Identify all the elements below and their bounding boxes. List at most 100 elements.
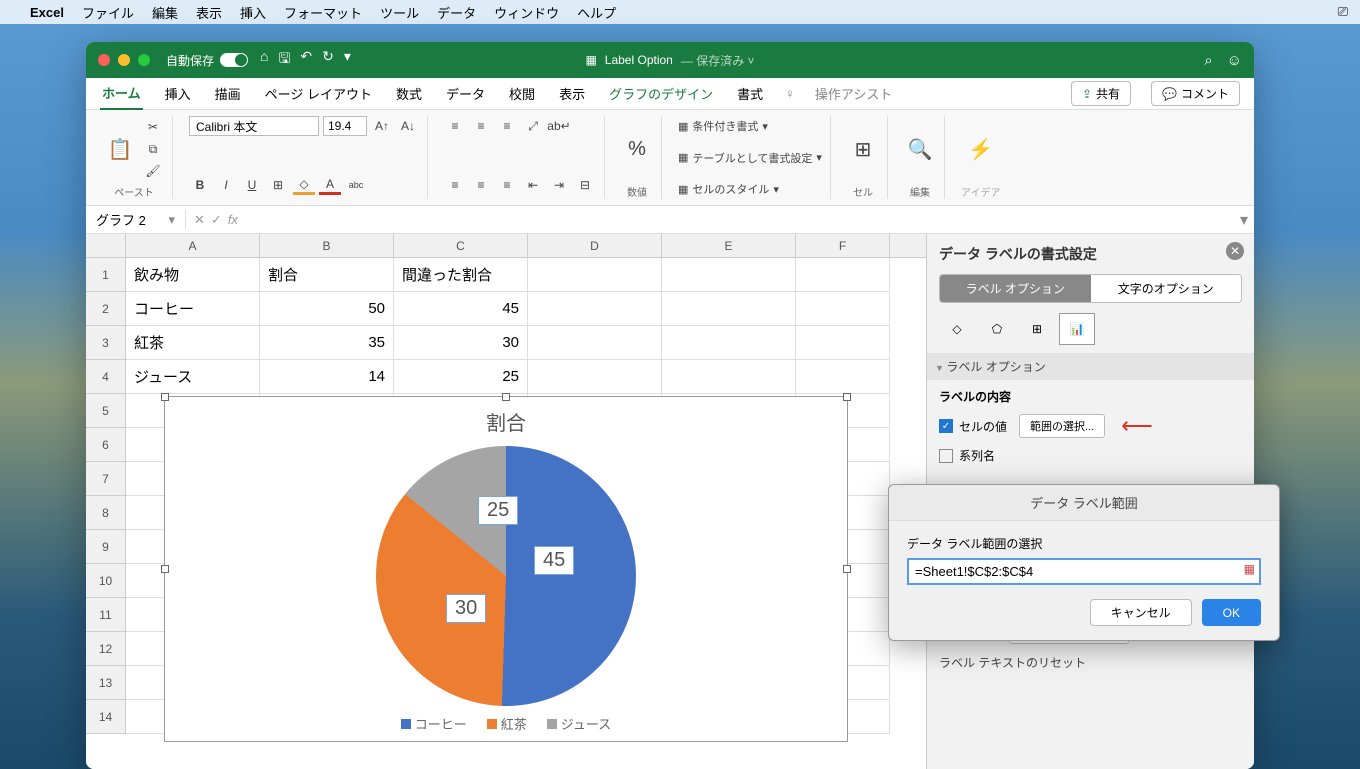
cell[interactable] <box>796 360 890 394</box>
legend-item[interactable]: ジュース <box>547 714 611 733</box>
cell[interactable] <box>662 258 796 292</box>
cell[interactable]: 14 <box>260 360 394 394</box>
row-header[interactable]: 7 <box>86 462 126 496</box>
format-painter-icon[interactable]: 🖌 <box>142 161 164 181</box>
fill-line-icon[interactable]: ◇ <box>939 313 975 345</box>
font-size-select[interactable] <box>323 116 367 136</box>
find-icon[interactable]: 🔍 <box>904 133 936 165</box>
ideas-icon[interactable]: ⚡ <box>965 133 997 165</box>
row-header[interactable]: 3 <box>86 326 126 360</box>
pie-chart[interactable]: 割合 45 30 25 コーヒー 紅茶 ジュース <box>164 396 848 742</box>
data-label-1[interactable]: 45 <box>534 546 574 575</box>
tab-view[interactable]: 表示 <box>557 78 587 109</box>
data-label-3[interactable]: 25 <box>478 496 518 525</box>
size-props-icon[interactable]: ⊞ <box>1019 313 1055 345</box>
series-name-checkbox[interactable] <box>939 449 953 463</box>
label-options-tab[interactable]: ラベル オプション <box>940 275 1091 302</box>
menu-tools[interactable]: ツール <box>380 3 419 22</box>
menu-format[interactable]: フォーマット <box>284 3 362 22</box>
increase-indent-icon[interactable]: ⇥ <box>548 175 570 195</box>
formula-bar-expand[interactable]: ▾ <box>1234 210 1254 230</box>
font-family-select[interactable] <box>189 116 319 136</box>
shrink-font-icon[interactable]: A↓ <box>397 116 419 136</box>
search-icon[interactable]: ⌕ <box>1204 52 1212 69</box>
bold-button[interactable]: B <box>189 175 211 195</box>
underline-button[interactable]: U <box>241 175 263 195</box>
tab-home[interactable]: ホーム <box>100 77 143 110</box>
home-icon[interactable]: ⌂ <box>260 48 268 72</box>
cell[interactable]: コーヒー <box>126 292 260 326</box>
menu-view[interactable]: 表示 <box>196 3 222 22</box>
cell[interactable] <box>662 360 796 394</box>
font-color-icon[interactable]: A <box>319 175 341 195</box>
autosave-toggle[interactable] <box>220 53 248 67</box>
row-header[interactable]: 2 <box>86 292 126 326</box>
row-header[interactable]: 13 <box>86 666 126 700</box>
cell[interactable] <box>796 258 890 292</box>
name-box[interactable]: グラフ 2 ▾ <box>86 210 186 229</box>
cancel-button[interactable]: キャンセル <box>1090 599 1192 626</box>
text-options-tab[interactable]: 文字のオプション <box>1091 275 1242 302</box>
conditional-formatting[interactable]: ▦ 条件付き書式 ▾ <box>678 116 768 136</box>
tab-chart-design[interactable]: グラフのデザイン <box>607 78 715 109</box>
align-left-icon[interactable]: ≡ <box>444 175 466 195</box>
decrease-indent-icon[interactable]: ⇤ <box>522 175 544 195</box>
range-input[interactable] <box>907 558 1261 585</box>
cell[interactable] <box>662 292 796 326</box>
tab-draw[interactable]: 描画 <box>213 78 243 109</box>
range-picker-icon[interactable]: ▦ <box>1244 562 1255 576</box>
col-header-b[interactable]: B <box>260 234 394 257</box>
copy-icon[interactable]: ⧉ <box>142 139 164 159</box>
enter-formula-icon[interactable]: ✓ <box>211 212 222 228</box>
tab-page-layout[interactable]: ページ レイアウト <box>263 78 374 109</box>
window-minimize-button[interactable] <box>118 54 130 66</box>
align-right-icon[interactable]: ≡ <box>496 175 518 195</box>
row-header[interactable]: 6 <box>86 428 126 462</box>
tell-me[interactable]: 操作アシスト <box>815 84 892 103</box>
cell[interactable] <box>528 258 662 292</box>
tab-format[interactable]: 書式 <box>735 78 765 109</box>
chart-legend[interactable]: コーヒー 紅茶 ジュース <box>165 714 847 733</box>
row-header[interactable]: 5 <box>86 394 126 428</box>
cell[interactable]: ジュース <box>126 360 260 394</box>
fx-icon[interactable]: fx <box>228 212 238 227</box>
row-header[interactable]: 9 <box>86 530 126 564</box>
qa-more-icon[interactable]: ▾ <box>344 48 351 72</box>
legend-item[interactable]: 紅茶 <box>487 714 527 733</box>
tab-data[interactable]: データ <box>444 78 487 109</box>
paste-icon[interactable]: 📋 <box>104 133 136 165</box>
cell[interactable]: 紅茶 <box>126 326 260 360</box>
row-header[interactable]: 10 <box>86 564 126 598</box>
cell[interactable] <box>796 292 890 326</box>
merge-icon[interactable]: ⊟ <box>574 175 596 195</box>
cell[interactable] <box>662 326 796 360</box>
cell[interactable]: 飲み物 <box>126 258 260 292</box>
align-top-icon[interactable]: ≡ <box>444 116 466 136</box>
col-header-d[interactable]: D <box>528 234 662 257</box>
cell[interactable]: 45 <box>394 292 528 326</box>
menu-edit[interactable]: 編集 <box>152 3 178 22</box>
data-label-2[interactable]: 30 <box>446 594 486 623</box>
cell[interactable]: 50 <box>260 292 394 326</box>
border-icon[interactable]: ⊞ <box>267 175 289 195</box>
share-button[interactable]: ⇪ 共有 <box>1071 81 1131 106</box>
italic-button[interactable]: I <box>215 175 237 195</box>
tab-review[interactable]: 校閲 <box>507 78 537 109</box>
cell[interactable]: 25 <box>394 360 528 394</box>
pie-slices[interactable] <box>376 446 636 706</box>
cell[interactable] <box>528 326 662 360</box>
menu-file[interactable]: ファイル <box>82 3 134 22</box>
redo-icon[interactable]: ↻ <box>322 48 334 72</box>
align-bottom-icon[interactable]: ≡ <box>496 116 518 136</box>
row-header[interactable]: 4 <box>86 360 126 394</box>
row-header[interactable]: 8 <box>86 496 126 530</box>
grow-font-icon[interactable]: A↑ <box>371 116 393 136</box>
row-header[interactable]: 14 <box>86 700 126 734</box>
col-header-c[interactable]: C <box>394 234 528 257</box>
section-header[interactable]: ラベル オプション <box>927 353 1254 380</box>
ok-button[interactable]: OK <box>1202 599 1261 626</box>
select-range-button[interactable]: 範囲の選択... <box>1019 414 1105 438</box>
save-icon[interactable]: 🖫 <box>278 48 290 72</box>
airplay-icon[interactable]: ⎚ <box>1338 4 1348 20</box>
account-icon[interactable]: ☺ <box>1227 52 1242 69</box>
